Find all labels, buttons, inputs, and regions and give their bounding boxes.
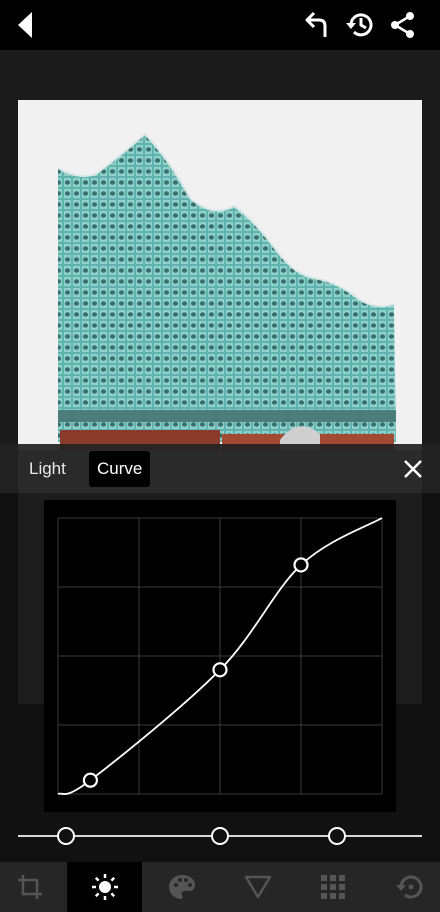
adjust-tab-bar: Light Curve: [0, 444, 440, 493]
palette-icon: [169, 875, 195, 899]
slider-handle[interactable]: [211, 827, 229, 845]
history-icon: [346, 13, 373, 37]
tone-curve-graph[interactable]: [44, 500, 396, 812]
close-button[interactable]: [397, 453, 429, 485]
undo-icon: [305, 11, 327, 37]
slider-handle[interactable]: [57, 827, 76, 845]
slider-handle[interactable]: [328, 827, 347, 845]
bottom-toolbar: [0, 862, 440, 912]
tone-curve-editor[interactable]: [44, 500, 396, 812]
tab-curve[interactable]: Curve: [89, 451, 151, 487]
tool-light[interactable]: [67, 862, 142, 912]
curve-control-point[interactable]: [293, 557, 309, 573]
tool-crop[interactable]: [0, 862, 60, 912]
top-bar: [0, 0, 440, 50]
share-button[interactable]: [385, 7, 421, 43]
back-button[interactable]: [8, 7, 44, 43]
back-arrow-icon: [18, 12, 32, 38]
share-icon: [391, 12, 414, 38]
tool-effects[interactable]: [228, 862, 288, 912]
brightness-icon: [91, 874, 118, 900]
tool-color[interactable]: [152, 862, 212, 912]
triangle-filter-icon: [244, 875, 272, 899]
curve-control-point[interactable]: [82, 772, 99, 788]
tool-restore[interactable]: [380, 862, 440, 912]
tool-grid[interactable]: [303, 862, 363, 912]
history-button[interactable]: [342, 7, 378, 43]
tab-light[interactable]: Light: [21, 451, 74, 487]
undo-button[interactable]: [300, 7, 336, 43]
range-slider[interactable]: [18, 826, 422, 846]
crop-icon: [18, 875, 42, 899]
grid-dots-icon: [321, 875, 345, 899]
curve-control-point[interactable]: [212, 662, 228, 678]
close-icon: [404, 460, 422, 478]
restore-icon: [396, 875, 423, 899]
